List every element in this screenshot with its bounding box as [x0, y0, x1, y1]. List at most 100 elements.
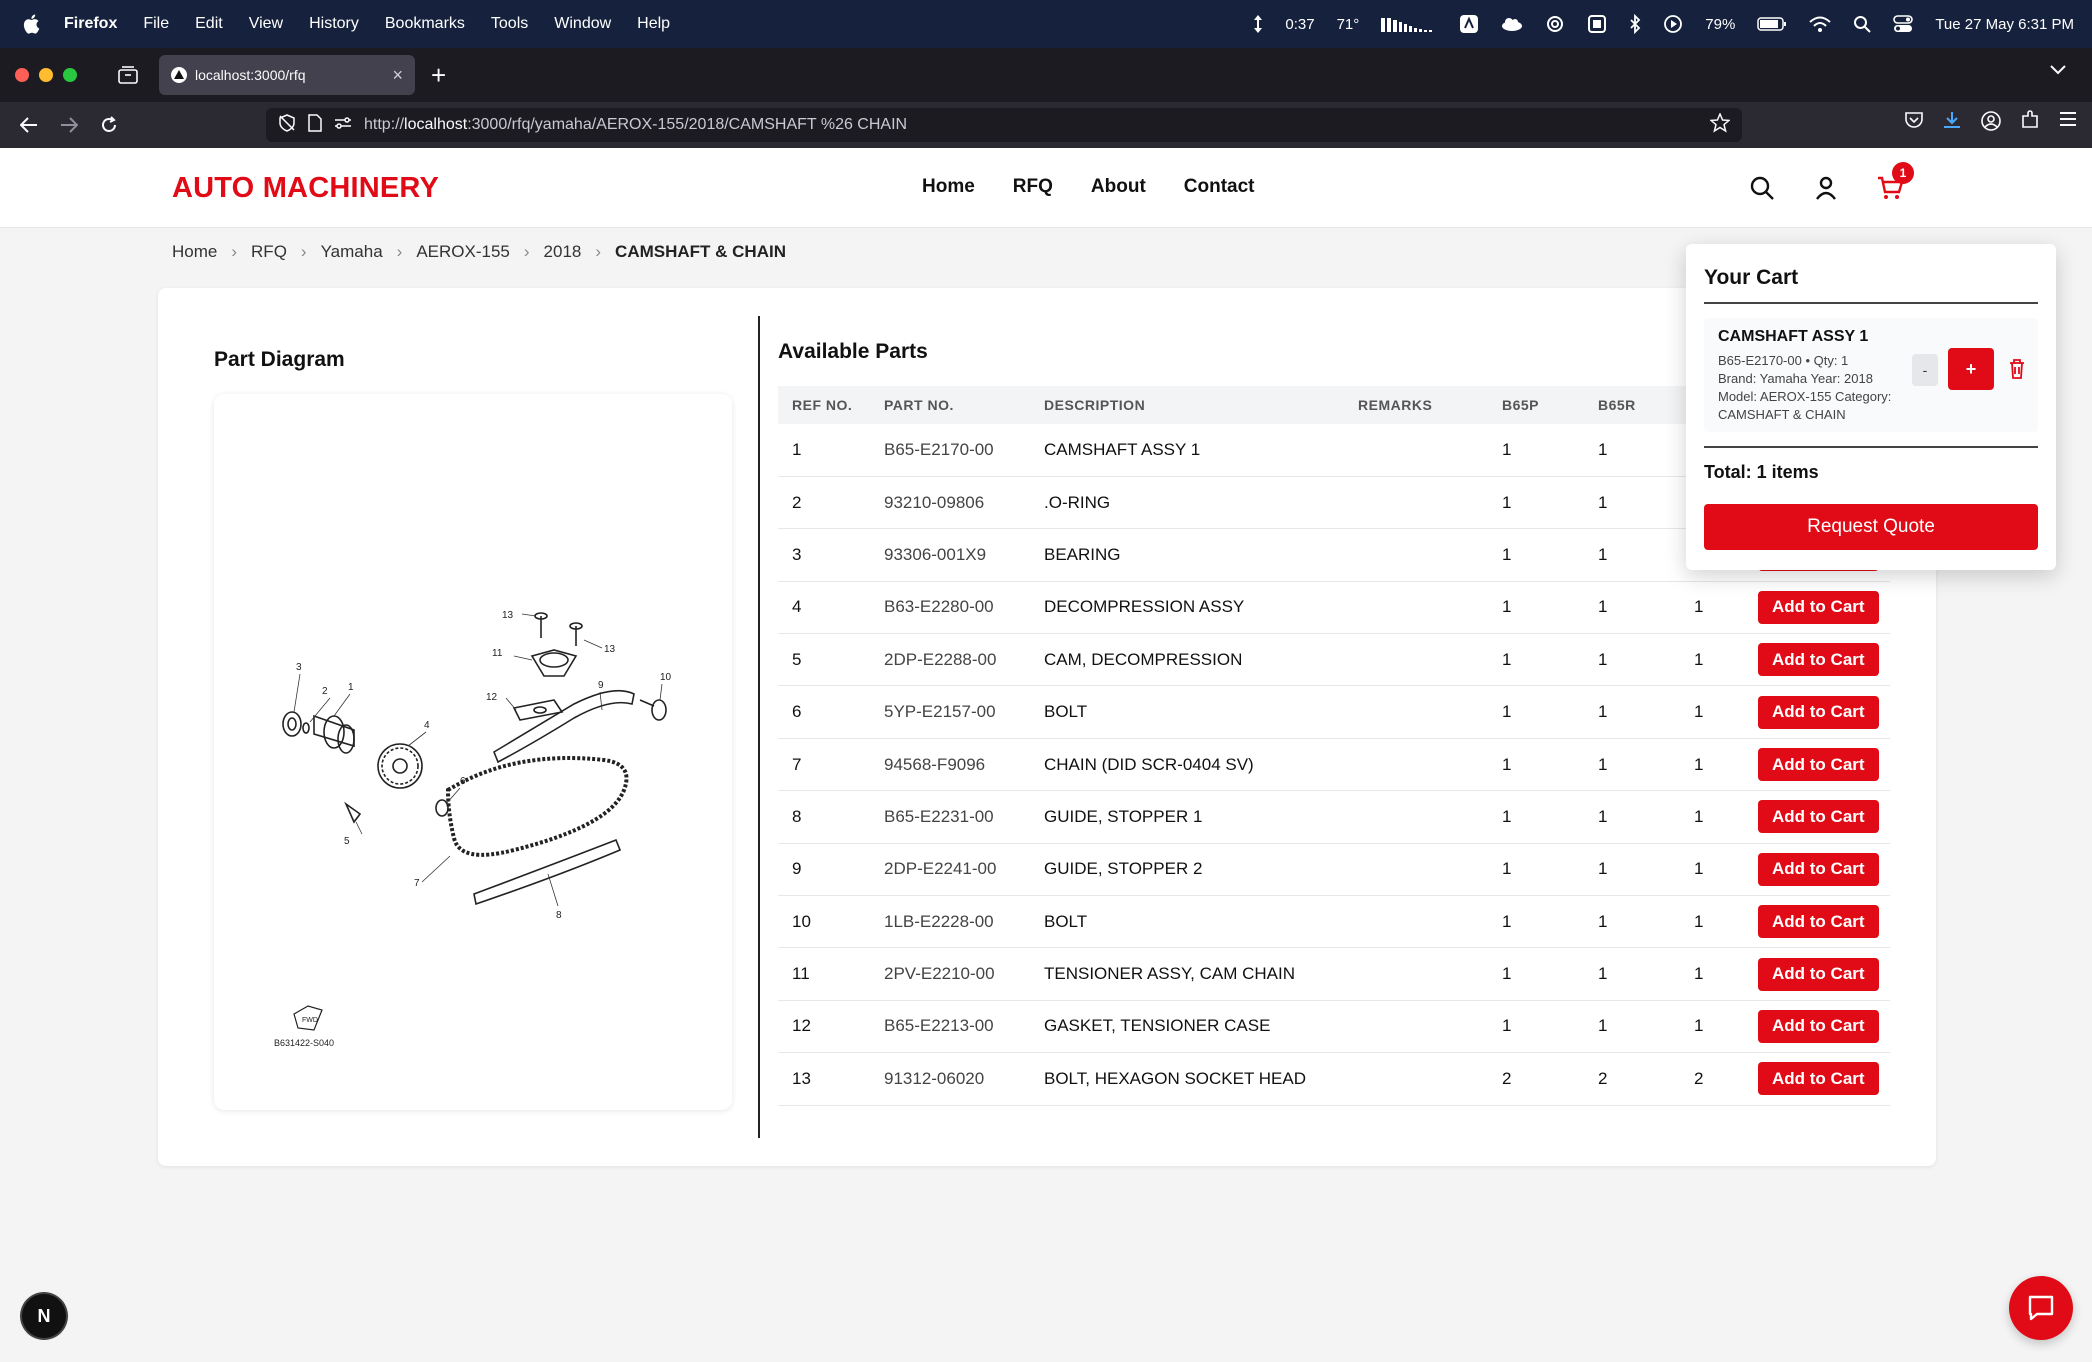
request-quote-button[interactable]: Request Quote	[1704, 504, 2038, 550]
cell-remarks	[1344, 895, 1488, 949]
tab-localhost[interactable]: localhost:3000/rfq ×	[159, 55, 415, 95]
trash-icon[interactable]	[2008, 358, 2026, 380]
decrease-qty-button[interactable]: -	[1912, 354, 1938, 386]
table-row: 6 5YP-E2157-00 BOLT 1 1 1 Add to Cart	[778, 685, 1890, 739]
cell-action: Add to Cart	[1744, 843, 1890, 897]
tracking-protection-icon[interactable]	[278, 113, 296, 137]
cell-part-no: B65-E2231-00	[870, 790, 1030, 844]
permissions-icon[interactable]	[334, 116, 352, 135]
cell-description: GUIDE, STOPPER 1	[1030, 790, 1344, 844]
status-datetime[interactable]: Tue 27 May 6:31 PM	[1935, 16, 2074, 33]
nav-rfq[interactable]: RFQ	[1013, 176, 1053, 198]
macos-menu-bar: Firefox File Edit View History Bookmarks…	[0, 0, 2092, 48]
menu-file[interactable]: File	[143, 15, 169, 33]
updown-arrow-icon[interactable]	[1253, 14, 1263, 34]
cell-variant-3: 1	[1680, 1000, 1744, 1054]
user-icon[interactable]	[1812, 174, 1840, 202]
bookmark-star-icon[interactable]	[1709, 111, 1731, 138]
close-window-button[interactable]	[15, 68, 29, 82]
menu-history[interactable]: History	[309, 15, 359, 33]
cell-part-no: 91312-06020	[870, 1052, 1030, 1106]
add-to-cart-button[interactable]: Add to Cart	[1758, 800, 1879, 834]
close-tab-icon[interactable]: ×	[392, 65, 403, 86]
new-tab-button[interactable]: +	[431, 60, 446, 91]
col-b65p: B65P	[1488, 386, 1584, 424]
cell-b65p: 1	[1488, 581, 1584, 635]
control-center-icon[interactable]	[1893, 15, 1914, 33]
add-to-cart-button[interactable]: Add to Cart	[1758, 1009, 1879, 1043]
minimize-window-button[interactable]	[39, 68, 53, 82]
add-to-cart-button[interactable]: Add to Cart	[1758, 905, 1879, 939]
cloud-icon[interactable]	[1501, 16, 1523, 32]
cell-b65r: 2	[1584, 1052, 1680, 1106]
battery-icon[interactable]	[1757, 16, 1787, 32]
list-tabs-icon[interactable]	[2050, 62, 2066, 80]
breadcrumb-year[interactable]: 2018	[544, 242, 582, 262]
cart-total: Total: 1 items	[1704, 462, 1819, 482]
status-temperature[interactable]: 71°	[1337, 16, 1360, 33]
site-search-icon[interactable]	[1748, 174, 1776, 202]
breadcrumb-brand[interactable]: Yamaha	[321, 242, 383, 262]
cell-description: CAM, DECOMPRESSION	[1030, 633, 1344, 687]
chat-button[interactable]	[2009, 1276, 2073, 1340]
cell-action: Add to Cart	[1744, 633, 1890, 687]
add-to-cart-button[interactable]: Add to Cart	[1758, 590, 1879, 624]
zoom-window-button[interactable]	[63, 68, 77, 82]
account-icon[interactable]	[1980, 110, 2002, 137]
cell-description: .O-RING	[1030, 476, 1344, 530]
cell-ref-no: 1	[778, 424, 870, 477]
address-bar[interactable]: http://localhost:3000/rfq/yamaha/AEROX-1…	[266, 108, 1742, 142]
menu-edit[interactable]: Edit	[195, 15, 223, 33]
add-to-cart-button[interactable]: Add to Cart	[1758, 852, 1879, 886]
extensions-icon[interactable]	[2020, 110, 2040, 137]
screen-icon[interactable]	[1587, 14, 1607, 34]
url-text[interactable]: http://localhost:3000/rfq/yamaha/AEROX-1…	[364, 116, 1710, 134]
site-logo[interactable]: AUTO MACHINERY	[172, 172, 439, 205]
breadcrumb-rfq[interactable]: RFQ	[251, 242, 287, 262]
add-to-cart-button[interactable]: Add to Cart	[1758, 643, 1879, 677]
add-to-cart-button[interactable]: Add to Cart	[1758, 695, 1879, 729]
nav-home[interactable]: Home	[922, 176, 975, 198]
reload-icon[interactable]	[96, 112, 122, 138]
battery-percent[interactable]: 79%	[1705, 16, 1735, 33]
cell-b65p: 1	[1488, 1000, 1584, 1054]
menu-window[interactable]: Window	[554, 15, 611, 33]
play-icon[interactable]	[1663, 14, 1683, 34]
cart-icon[interactable]: 1	[1876, 162, 1914, 202]
add-to-cart-button[interactable]: Add to Cart	[1758, 957, 1879, 991]
apple-icon[interactable]	[22, 13, 44, 35]
cart-count-badge: 1	[1892, 162, 1914, 184]
cpu-graph-icon[interactable]	[1381, 16, 1437, 32]
back-icon[interactable]	[16, 112, 42, 138]
callout-label: 3	[296, 662, 302, 673]
menu-bookmarks[interactable]: Bookmarks	[385, 15, 465, 33]
nav-contact[interactable]: Contact	[1184, 176, 1255, 198]
menu-firefox[interactable]: Firefox	[64, 15, 117, 33]
add-to-cart-button[interactable]: Add to Cart	[1758, 1062, 1879, 1096]
status-timer[interactable]: 0:37	[1285, 16, 1314, 33]
next-dev-badge[interactable]: N	[22, 1294, 66, 1338]
chevron-right-icon: ›	[523, 242, 530, 261]
openai-icon[interactable]	[1545, 14, 1565, 34]
cell-b65p: 1	[1488, 843, 1584, 897]
menu-tools[interactable]: Tools	[491, 15, 528, 33]
search-icon[interactable]	[1853, 15, 1872, 33]
menu-help[interactable]: Help	[637, 15, 670, 33]
bluetooth-icon[interactable]	[1629, 14, 1641, 34]
downloads-icon[interactable]	[1942, 110, 1962, 137]
page-info-icon[interactable]	[308, 113, 322, 137]
forward-icon[interactable]	[56, 112, 82, 138]
wifi-icon[interactable]	[1809, 16, 1831, 32]
menu-view[interactable]: View	[249, 15, 283, 33]
add-to-cart-button[interactable]: Add to Cart	[1758, 748, 1879, 782]
pocket-icon[interactable]	[1904, 110, 1924, 137]
cell-variant-3: 1	[1680, 790, 1744, 844]
increase-qty-button[interactable]: +	[1948, 348, 1994, 390]
nav-about[interactable]: About	[1091, 176, 1146, 198]
tab-overview-icon[interactable]	[113, 60, 143, 90]
breadcrumb-model[interactable]: AEROX-155	[416, 242, 510, 262]
menu-hamburger-icon[interactable]	[2058, 110, 2078, 137]
drive-icon[interactable]	[1459, 14, 1479, 34]
cell-part-no: 93306-001X9	[870, 528, 1030, 582]
breadcrumb-home[interactable]: Home	[172, 242, 217, 262]
